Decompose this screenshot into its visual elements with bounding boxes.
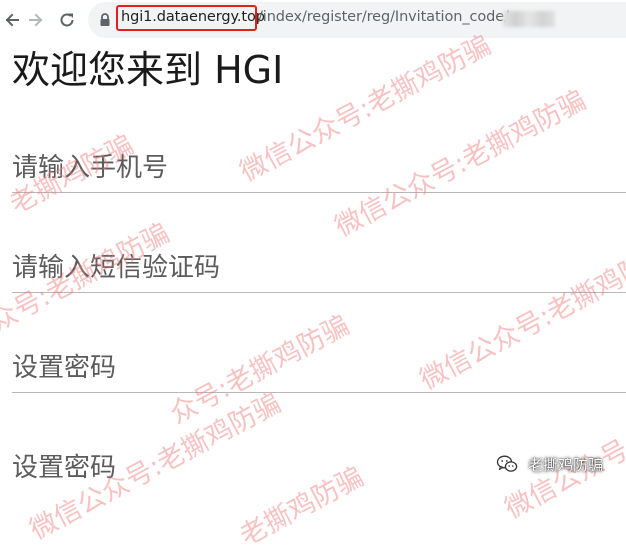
confirm-password-field [12, 443, 626, 493]
reload-button[interactable] [55, 8, 79, 32]
url-host: hgi1.dataenergy.top [121, 9, 265, 25]
lock-icon[interactable] [98, 12, 112, 28]
arrow-left-icon [5, 13, 19, 27]
phone-input[interactable] [12, 143, 626, 192]
arrow-right-icon [29, 13, 43, 27]
sms-code-field [12, 243, 626, 293]
password-field [12, 343, 626, 393]
url-redacted-code [503, 11, 555, 27]
sms-code-input[interactable] [12, 243, 626, 292]
password-input[interactable] [12, 343, 626, 392]
confirm-password-input[interactable] [12, 443, 626, 493]
url-path: /index/register/reg/Invitation_code/ [258, 9, 509, 25]
forward-button[interactable] [24, 8, 48, 32]
reload-icon [60, 13, 74, 27]
back-button[interactable] [0, 8, 24, 32]
phone-field [12, 143, 626, 193]
page-title: 欢迎您来到 HGI [12, 48, 284, 92]
browser-toolbar: hgi1.dataenergy.top /index/register/reg/… [0, 0, 626, 40]
